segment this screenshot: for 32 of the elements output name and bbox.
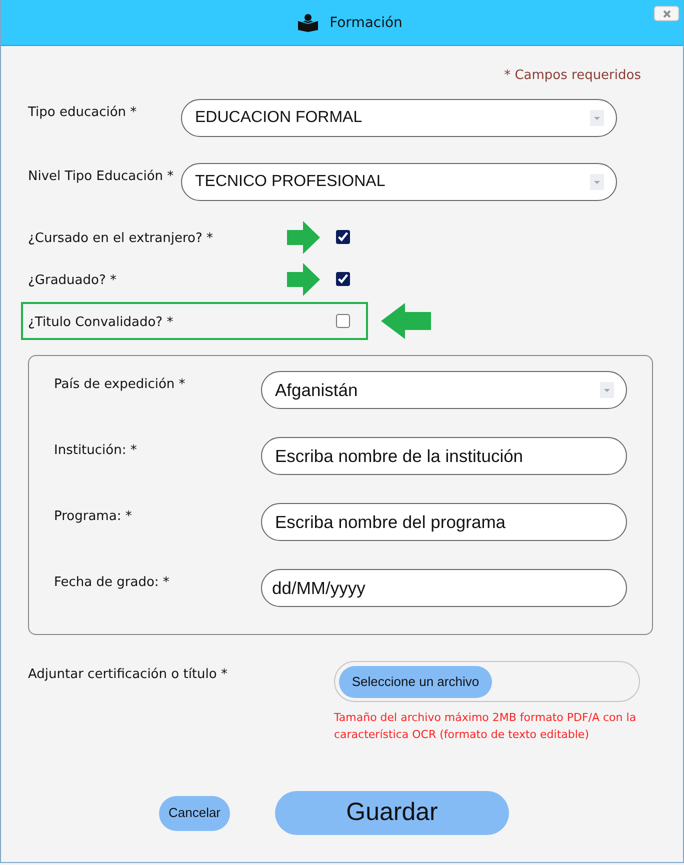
checkbox[interactable] (336, 314, 350, 328)
close-icon (662, 10, 670, 18)
text-field[interactable]: Escriba nombre del programa (261, 503, 627, 541)
dropdown[interactable]: Afganistán (261, 371, 627, 409)
date-field[interactable]: dd/MM/yyyy (261, 569, 627, 607)
save-button[interactable]: Guardar (275, 791, 509, 835)
field-label: ¿Graduado? * (28, 273, 116, 288)
dropdown[interactable]: EDUCACION FORMAL (181, 99, 617, 137)
caret-icon (600, 382, 614, 398)
required-fields-note: * Campos requeridos (504, 67, 641, 85)
reading-person-icon (298, 14, 318, 32)
file-field[interactable]: Seleccione un archivo (334, 661, 640, 702)
field-label: Fecha de grado: * (54, 575, 170, 590)
field-label: Tipo educación * (28, 105, 137, 120)
caret-icon (590, 110, 604, 126)
field-label: Programa: * (54, 509, 132, 524)
window-title: Formación (330, 14, 402, 32)
field-label: País de expedición * (54, 377, 186, 392)
checkbox[interactable] (336, 272, 350, 286)
dropdown[interactable]: TECNICO PROFESIONAL (181, 163, 617, 201)
field-label: Adjuntar certificación o título * (28, 667, 228, 682)
field-label: Institución: * (54, 443, 137, 458)
checkbox[interactable] (336, 230, 350, 244)
close-button[interactable] (654, 6, 679, 21)
field-label: ¿Cursado en el extranjero? * (28, 231, 214, 246)
field-label: Nivel Tipo Educación * (28, 169, 174, 184)
text-field[interactable]: Escriba nombre de la institución (261, 437, 627, 475)
caret-icon (590, 174, 604, 190)
choose-file-button[interactable]: Seleccione un archivo (339, 666, 492, 698)
file-requirements-note: Tamaño del archivo máximo 2MB formato PDF/A con la característica OCR (formato de texto editable) (334, 710, 638, 743)
cancel-button[interactable]: Cancelar (159, 796, 230, 830)
field-label: ¿Titulo Convalidado? * (28, 315, 174, 330)
